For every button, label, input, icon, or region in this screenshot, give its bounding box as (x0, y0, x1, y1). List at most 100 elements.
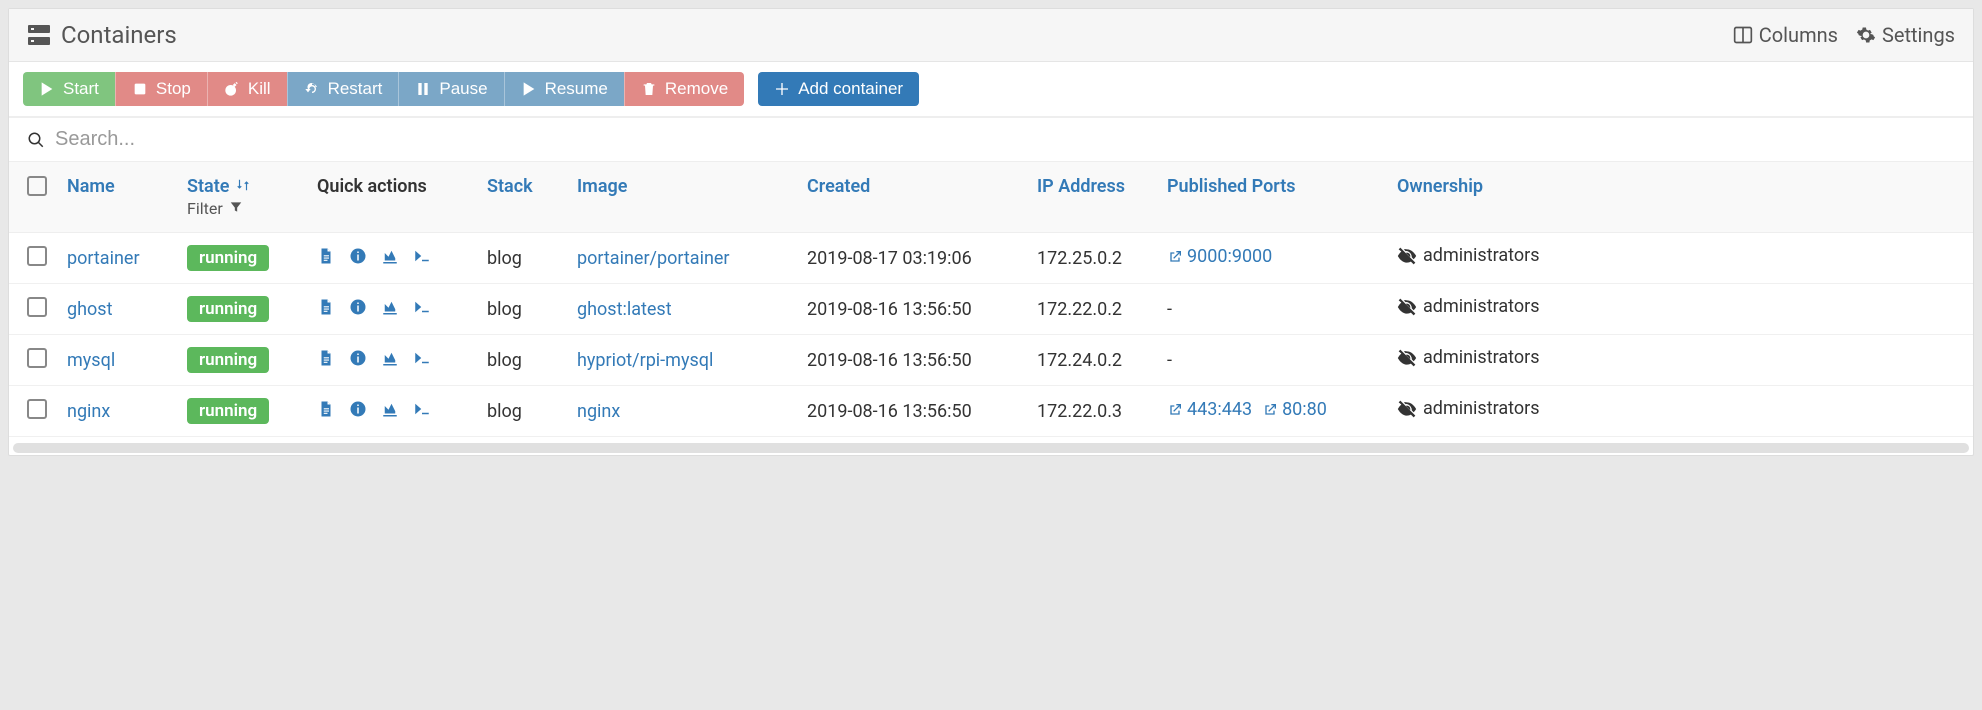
console-icon[interactable] (413, 400, 431, 418)
add-label: Add container (798, 79, 903, 99)
logs-icon[interactable] (317, 247, 335, 265)
row-checkbox[interactable] (27, 246, 47, 266)
stop-icon (132, 81, 148, 97)
panel-title: Containers (27, 21, 177, 49)
remove-label: Remove (665, 79, 728, 99)
col-ports[interactable]: Published Ports (1157, 162, 1387, 233)
ports-cell: - (1157, 335, 1387, 386)
ownership-cell: administrators (1397, 296, 1540, 317)
image-link[interactable]: nginx (577, 401, 620, 422)
container-name-link[interactable]: ghost (67, 299, 112, 320)
port-link[interactable]: 443:443 (1167, 399, 1252, 420)
settings-label: Settings (1882, 23, 1955, 47)
col-quick-actions: Quick actions (307, 162, 477, 233)
bomb-icon (224, 81, 240, 97)
image-link[interactable]: hypriot/rpi-mysql (577, 350, 713, 371)
col-created[interactable]: Created (797, 162, 1027, 233)
kill-button[interactable]: Kill (207, 72, 287, 106)
row-checkbox[interactable] (27, 297, 47, 317)
panel-title-text: Containers (61, 21, 177, 49)
container-name-link[interactable]: portainer (67, 248, 140, 269)
logs-icon[interactable] (317, 400, 335, 418)
console-icon[interactable] (413, 349, 431, 367)
restart-label: Restart (328, 79, 383, 99)
horizontal-scrollbar[interactable] (13, 443, 1969, 453)
ip-cell: 172.25.0.2 (1027, 233, 1157, 284)
play-icon (521, 81, 537, 97)
table-row: portainerrunningblogportainer/portainer2… (9, 233, 1973, 284)
image-link[interactable]: ghost:latest (577, 299, 672, 320)
ip-cell: 172.22.0.2 (1027, 284, 1157, 335)
stats-icon[interactable] (381, 400, 399, 418)
inspect-icon[interactable] (349, 349, 367, 367)
container-name-link[interactable]: nginx (67, 401, 110, 422)
table-row: nginxrunningblognginx2019-08-16 13:56:50… (9, 386, 1973, 437)
logs-icon[interactable] (317, 298, 335, 316)
columns-button[interactable]: Columns (1733, 23, 1838, 47)
port-link[interactable]: 80:80 (1262, 399, 1327, 420)
created-cell: 2019-08-16 13:56:50 (797, 386, 1027, 437)
stats-icon[interactable] (381, 349, 399, 367)
start-button[interactable]: Start (23, 72, 115, 106)
container-name-link[interactable]: mysql (67, 350, 115, 371)
pause-label: Pause (439, 79, 487, 99)
resume-label: Resume (545, 79, 608, 99)
state-badge: running (187, 347, 269, 373)
resume-button[interactable]: Resume (504, 72, 624, 106)
external-link-icon (1262, 402, 1278, 418)
stats-icon[interactable] (381, 298, 399, 316)
settings-button[interactable]: Settings (1856, 23, 1955, 47)
select-all-checkbox[interactable] (27, 176, 47, 196)
server-icon (27, 23, 51, 47)
created-cell: 2019-08-16 13:56:50 (797, 335, 1027, 386)
pause-button[interactable]: Pause (398, 72, 503, 106)
inspect-icon[interactable] (349, 247, 367, 265)
action-button-group: Start Stop Kill Restart Pause Resume (23, 72, 744, 106)
start-label: Start (63, 79, 99, 99)
eye-off-icon (1397, 399, 1417, 419)
add-container-button[interactable]: Add container (758, 72, 919, 106)
stack-cell: blog (477, 386, 567, 437)
containers-table: Name State Filter Quick actions Stack Im… (9, 161, 1973, 437)
eye-off-icon (1397, 348, 1417, 368)
columns-icon (1733, 25, 1753, 45)
col-image[interactable]: Image (567, 162, 797, 233)
search-icon (27, 131, 45, 149)
table-row: ghostrunningblogghost:latest2019-08-16 1… (9, 284, 1973, 335)
stop-button[interactable]: Stop (115, 72, 207, 106)
col-stack[interactable]: Stack (477, 162, 567, 233)
col-name[interactable]: Name (57, 162, 177, 233)
console-icon[interactable] (413, 247, 431, 265)
eye-off-icon (1397, 246, 1417, 266)
stack-cell: blog (477, 284, 567, 335)
state-badge: running (187, 296, 269, 322)
col-ownership[interactable]: Ownership (1387, 162, 1973, 233)
image-link[interactable]: portainer/portainer (577, 248, 730, 269)
kill-label: Kill (248, 79, 271, 99)
inspect-icon[interactable] (349, 400, 367, 418)
row-checkbox[interactable] (27, 399, 47, 419)
col-state[interactable]: State Filter (177, 162, 307, 233)
ip-cell: 172.22.0.3 (1027, 386, 1157, 437)
table-row: mysqlrunningbloghypriot/rpi-mysql2019-08… (9, 335, 1973, 386)
row-checkbox[interactable] (27, 348, 47, 368)
port-link[interactable]: 9000:9000 (1167, 246, 1272, 267)
restart-button[interactable]: Restart (287, 72, 399, 106)
panel-header-actions: Columns Settings (1733, 23, 1955, 47)
sort-icon (236, 178, 250, 192)
containers-panel: Containers Columns Settings Start Stop (8, 8, 1974, 456)
col-ip[interactable]: IP Address (1027, 162, 1157, 233)
plus-icon (774, 81, 790, 97)
created-cell: 2019-08-17 03:19:06 (797, 233, 1027, 284)
search-input[interactable] (55, 128, 1955, 151)
stats-icon[interactable] (381, 247, 399, 265)
ip-cell: 172.24.0.2 (1027, 335, 1157, 386)
filter-icon (229, 200, 243, 214)
columns-label: Columns (1759, 23, 1838, 47)
remove-button[interactable]: Remove (624, 72, 744, 106)
logs-icon[interactable] (317, 349, 335, 367)
console-icon[interactable] (413, 298, 431, 316)
inspect-icon[interactable] (349, 298, 367, 316)
state-filter[interactable]: Filter (187, 199, 297, 218)
ownership-cell: administrators (1397, 347, 1540, 368)
